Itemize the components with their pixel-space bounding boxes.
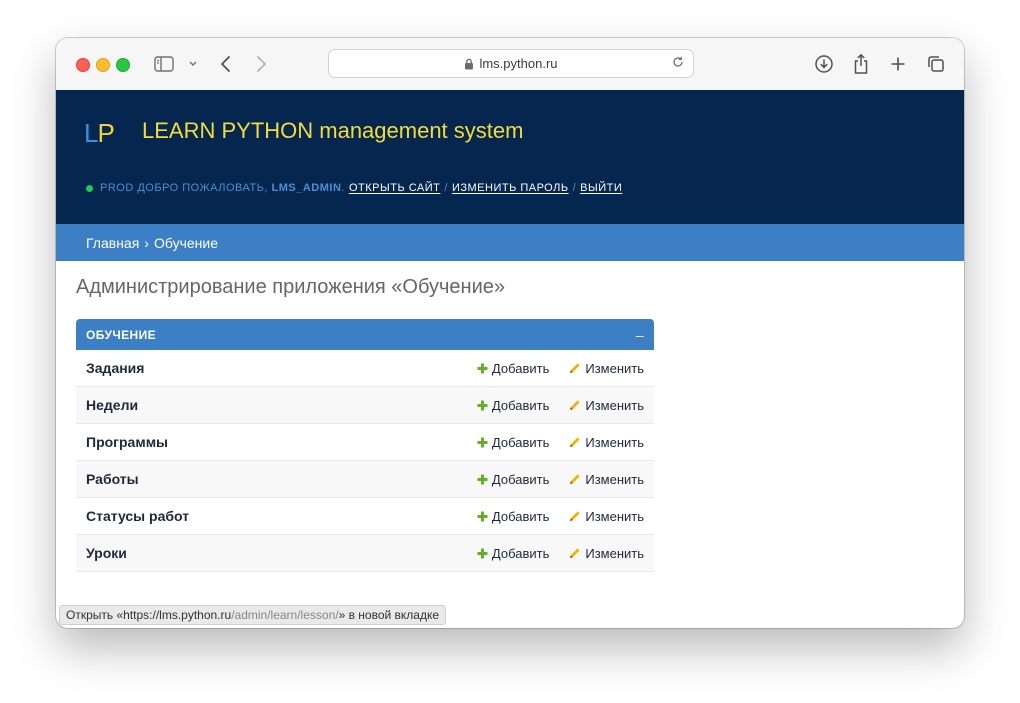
environment-label: PROD — [100, 182, 134, 194]
change-label: Изменить — [585, 434, 644, 450]
separator: / — [572, 182, 577, 194]
fullscreen-window-button[interactable] — [116, 58, 130, 72]
model-row: Статусы работ Добавить Изменить — [76, 498, 654, 535]
breadcrumb-separator: › — [144, 234, 149, 251]
model-list: Задания Добавить Изменить Недели Добавить Изм… — [76, 350, 654, 572]
change-label: Изменить — [585, 360, 644, 376]
plus-icon — [477, 400, 488, 411]
browser-toolbar: lms.python.ru — [56, 38, 964, 91]
view-site-link[interactable]: ОТКРЫТЬ САЙТ — [349, 182, 440, 194]
model-link[interactable]: Недели — [86, 397, 477, 413]
site-header: LP LEARN PYTHON management system PROD Д… — [56, 90, 964, 224]
separator: / — [444, 182, 448, 194]
add-link[interactable]: Добавить — [477, 361, 549, 376]
module-caption[interactable]: Обучение – — [76, 319, 654, 350]
breadcrumb: Главная › Обучение — [56, 224, 964, 261]
add-link[interactable]: Добавить — [477, 398, 549, 413]
change-password-link[interactable]: ИЗМЕНИТЬ ПАРОЛЬ — [452, 182, 569, 194]
pencil-icon — [569, 510, 581, 522]
welcome-text: ДОБРО ПОЖАЛОВАТЬ, — [137, 182, 268, 194]
change-label: Изменить — [585, 545, 644, 561]
change-link[interactable]: Изменить — [569, 472, 644, 487]
status-url-path: /admin/learn/lesson/ — [231, 608, 339, 622]
breadcrumb-current: Обучение — [153, 234, 218, 251]
change-link[interactable]: Изменить — [569, 361, 644, 376]
status-url-prefix: Открыть «https://lms.python.ru — [66, 608, 232, 622]
add-link[interactable]: Добавить — [477, 435, 549, 450]
back-icon[interactable] — [214, 52, 238, 76]
status-bar-link-preview: Открыть «https://lms.python.ru/admin/lea… — [59, 605, 447, 625]
minimize-window-button[interactable] — [96, 58, 110, 72]
model-link[interactable]: Уроки — [86, 545, 477, 561]
change-label: Изменить — [585, 471, 644, 487]
change-label: Изменить — [585, 397, 644, 413]
forward-icon[interactable] — [249, 52, 273, 76]
pencil-icon — [569, 399, 581, 411]
lock-icon — [464, 58, 474, 70]
plus-icon — [477, 548, 488, 559]
plus-icon — [477, 474, 488, 485]
add-link[interactable]: Добавить — [477, 472, 549, 487]
url-text: lms.python.ru — [479, 56, 558, 71]
sidebar-toggle-icon[interactable] — [152, 52, 176, 76]
downloads-icon[interactable] — [812, 52, 836, 76]
add-label: Добавить — [491, 360, 550, 376]
change-link[interactable]: Изменить — [569, 398, 644, 413]
new-tab-icon[interactable] — [886, 52, 910, 76]
change-link[interactable]: Изменить — [569, 546, 644, 561]
add-link[interactable]: Добавить — [477, 546, 549, 561]
model-link[interactable]: Программы — [86, 434, 477, 450]
collapse-icon[interactable]: – — [636, 327, 644, 343]
site-logo[interactable]: LP — [84, 118, 115, 149]
add-link[interactable]: Добавить — [477, 509, 549, 524]
add-label: Добавить — [491, 434, 550, 450]
pencil-icon — [569, 362, 581, 374]
username: LMS_ADMIN — [271, 182, 342, 194]
model-row: Уроки Добавить Изменить — [76, 535, 654, 572]
close-window-button[interactable] — [76, 58, 90, 72]
reload-icon[interactable] — [671, 55, 685, 69]
model-row: Недели Добавить Изменить — [76, 387, 654, 424]
browser-window: lms.python.ru LP LEARN PYTHON management… — [56, 38, 964, 628]
user-tools: PROD ДОБРО ПОЖАЛОВАТЬ, LMS_ADMIN. ОТКРЫТ… — [86, 182, 622, 194]
logo-letter-l: L — [84, 118, 99, 148]
change-label: Изменить — [585, 508, 644, 524]
pencil-icon — [569, 473, 581, 485]
model-row: Работы Добавить Изменить — [76, 461, 654, 498]
logout-link[interactable]: ВЫЙТИ — [580, 182, 622, 194]
model-row: Программы Добавить Изменить — [76, 424, 654, 461]
module-title[interactable]: Обучение — [86, 328, 156, 342]
change-link[interactable]: Изменить — [569, 435, 644, 450]
share-icon[interactable] — [849, 52, 873, 76]
address-bar[interactable]: lms.python.ru — [328, 49, 694, 78]
breadcrumb-home-link[interactable]: Главная — [86, 235, 139, 251]
status-url-suffix: » в новой вкладке — [338, 608, 440, 622]
add-label: Добавить — [491, 397, 550, 413]
plus-icon — [477, 437, 488, 448]
tab-overview-icon[interactable] — [924, 52, 948, 76]
plus-icon — [477, 363, 488, 374]
add-label: Добавить — [491, 471, 550, 487]
plus-icon — [477, 511, 488, 522]
site-title[interactable]: LEARN PYTHON management system — [142, 118, 523, 144]
environment-status-dot — [86, 184, 93, 192]
page-title: Администрирование приложения «Обучение» — [76, 276, 505, 298]
logo-letter-p: P — [97, 118, 114, 148]
app-module: Обучение – Задания Добавить Изменить Недели… — [76, 319, 654, 572]
pencil-icon — [569, 436, 581, 448]
model-link[interactable]: Статусы работ — [86, 508, 477, 524]
add-label: Добавить — [491, 508, 550, 524]
model-link[interactable]: Работы — [86, 471, 477, 487]
model-link[interactable]: Задания — [86, 360, 477, 376]
change-link[interactable]: Изменить — [569, 509, 644, 524]
model-row: Задания Добавить Изменить — [76, 350, 654, 387]
pencil-icon — [569, 547, 581, 559]
add-label: Добавить — [491, 545, 550, 561]
chevron-down-icon[interactable] — [181, 52, 205, 76]
